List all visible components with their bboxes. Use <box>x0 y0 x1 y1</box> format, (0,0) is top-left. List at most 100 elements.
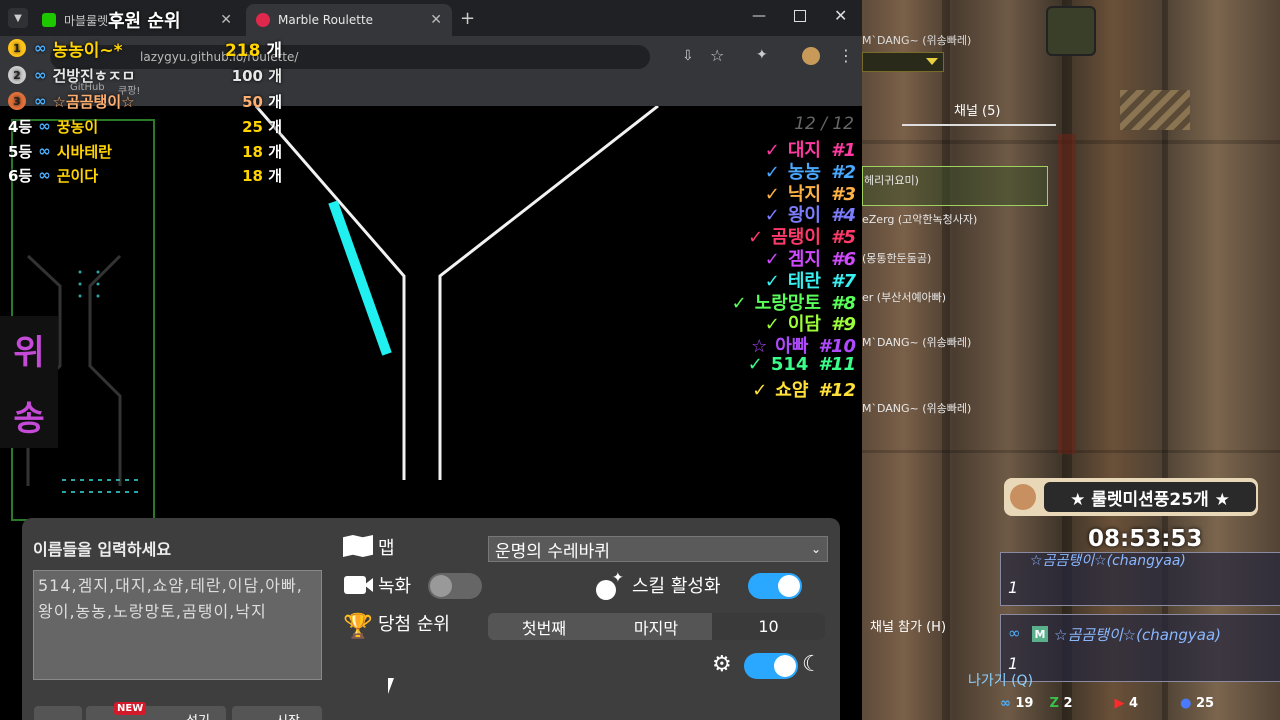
last-segment[interactable]: 마지막 <box>600 613 712 640</box>
map-selected-value: 운명의 수레바퀴 <box>495 541 610 562</box>
result-rank: #12 <box>818 379 856 401</box>
profile-avatar[interactable] <box>802 47 820 65</box>
rank-badge: 3 <box>8 92 26 110</box>
chevron-down-icon <box>926 58 938 65</box>
dark-mode-toggle[interactable] <box>744 653 798 679</box>
check-icon: ✓ <box>747 354 763 375</box>
rank-badge: 2 <box>8 66 26 84</box>
rank-name: 꿍농이 <box>56 117 99 136</box>
side-char: 위 <box>13 332 45 373</box>
mute-button[interactable] <box>34 706 82 720</box>
tab-title: 마블룰렛 <box>64 13 109 28</box>
ranking-title: 후원 순위 <box>108 11 181 32</box>
result-row: ✓ 테란 #7 <box>765 267 856 292</box>
rank-name: 농농이~* <box>52 40 123 61</box>
names-label: 이름들을 입력하세요 <box>33 540 172 559</box>
names-textarea[interactable]: 514,겜지,대지,쇼얌,테란,이담,아빠,왕이,농농,노랑망토,곰탱이,낙지 <box>33 570 322 680</box>
rank-row: 5등 ∞ 시바테란 18 개 <box>8 139 282 163</box>
check-icon: ✓ <box>752 379 768 401</box>
channel-list-item[interactable]: 헤리귀요미) <box>864 172 919 188</box>
result-row: ✓ 514 #11 <box>748 354 856 375</box>
side-char: 송 <box>13 398 45 439</box>
new-badge: NEW <box>114 702 147 715</box>
shuffle-label: 섞기 <box>186 710 210 720</box>
infinity-icon: ∞ <box>34 66 47 84</box>
infinity-icon: ∞ <box>38 166 51 184</box>
funnel-right-line <box>438 106 659 480</box>
player-card-name: ☆곰곰탱이☆(changyaa) <box>1054 626 1222 644</box>
bookmark-star-icon[interactable]: ☆ <box>710 46 724 65</box>
record-toggle[interactable] <box>428 573 482 599</box>
tab-list-button[interactable]: ▼ <box>8 8 28 28</box>
rank-row: 3 ∞ ☆곰곰탱이☆ 50 개 <box>8 89 282 113</box>
install-app-icon[interactable]: ⇩ <box>682 48 694 64</box>
channel-list-item[interactable]: eZerg (고악한녹청사자) <box>862 211 977 227</box>
join-channel-button[interactable]: 채널 참가 (H) <box>870 616 946 635</box>
rank-pos: 4등 <box>8 117 33 136</box>
result-row: ☆ 아빠 #10 <box>751 332 856 357</box>
close-tab-icon[interactable]: ✕ <box>220 12 232 28</box>
gear-icon[interactable]: ⚙ <box>712 652 732 677</box>
tab-title: Marble Roulette <box>278 13 374 27</box>
close-tab-icon[interactable]: ✕ <box>430 12 442 28</box>
maximize-button[interactable] <box>794 10 806 22</box>
bottom-dashes <box>62 479 140 493</box>
infinity-icon: ∞ <box>38 142 51 160</box>
result-row: ✓ 곰탱이 #5 <box>748 223 856 248</box>
roulette-favicon-icon <box>256 13 270 27</box>
shuffle-button[interactable]: 섞기 <box>86 706 226 720</box>
result-row: ✓ 대지 #1 <box>765 136 856 161</box>
z-stat: Z 2 <box>1049 695 1073 711</box>
map-icon <box>343 535 373 557</box>
m-badge-icon: M <box>1032 626 1048 642</box>
rank-name: 건방진ㅎㅈㅁ <box>52 66 136 85</box>
skill-toggle[interactable] <box>748 573 802 599</box>
infinity-icon: ∞ <box>1008 624 1021 642</box>
channel-list-item[interactable]: M`DANG~ (위송빠레) <box>862 400 971 416</box>
record-label: 녹화 <box>378 576 412 597</box>
rank-pos: 6등 <box>8 166 33 185</box>
stat-bar: ∞ 19 Z 2 ▶ 4 ● 25 <box>1000 692 1280 714</box>
rank-pos: 5등 <box>8 142 33 161</box>
check-icon: ✓ <box>748 227 764 249</box>
result-rank: #11 <box>818 354 856 375</box>
rank-number-field[interactable]: 10 <box>712 613 825 640</box>
channel-list-item[interactable]: (몽통한둔둠곰) <box>862 250 931 266</box>
naver-favicon-icon <box>42 13 56 27</box>
youtube-stat: ▶ 4 <box>1114 695 1139 711</box>
youtube-icon: ▶ <box>1114 695 1125 711</box>
close-window-button[interactable]: ✕ <box>834 6 847 25</box>
infinity-icon: ∞ <box>34 92 47 110</box>
infinity-icon: ∞ <box>1000 695 1011 711</box>
minimize-button[interactable]: — <box>752 8 766 24</box>
leave-button[interactable]: 나가기 (Q) <box>968 670 1033 690</box>
channel-list-item[interactable]: M`DANG~ (위송빠레) <box>862 334 971 350</box>
chevron-down-icon: ⌄ <box>810 542 821 556</box>
skill-label: 스킬 활성화 <box>632 576 721 597</box>
spark-icon: ✦ <box>612 570 624 586</box>
paw-icon <box>1010 484 1036 510</box>
channel-list-item[interactable]: er (부산서예아빠) <box>862 289 946 305</box>
result-row: ✓ 겜지 #6 <box>765 245 856 270</box>
rank-amount: 218 개 <box>224 40 282 61</box>
player-card-name: ☆곰곰탱이☆(changyaa) <box>1030 553 1186 569</box>
viewers-stat: ∞ 19 <box>1000 695 1034 711</box>
rank-row: 4등 ∞ 꿍농이 25 개 <box>8 114 282 138</box>
extensions-icon[interactable]: ✦ <box>756 47 768 63</box>
map-select[interactable]: 운명의 수레바퀴 ⌄ <box>488 536 828 562</box>
result-row: ✓ 낙지 #3 <box>765 180 856 205</box>
result-name: 514 <box>770 354 809 375</box>
start-button[interactable]: 시작 <box>232 706 322 720</box>
rank-amount: 100 개 <box>231 66 282 85</box>
new-tab-button[interactable]: + <box>460 8 475 29</box>
results-count: 12 / 12 <box>794 114 854 134</box>
map-label: 맵 <box>378 538 395 559</box>
menu-icon[interactable]: ⋮ <box>838 46 854 65</box>
player-card-num: 1 <box>1008 578 1019 597</box>
result-row: ✓ 이담 #9 <box>765 310 856 335</box>
camera-lens-icon <box>364 578 373 592</box>
rank-row: 2 ∞ 건방진ㅎㅈㅁ 100 개 <box>8 63 282 87</box>
first-segment[interactable]: 첫번째 <box>488 613 600 640</box>
tab-marble-roulette[interactable]: Marble Roulette ✕ <box>246 4 452 36</box>
channel-tab[interactable]: 채널 (5) <box>954 100 1000 119</box>
